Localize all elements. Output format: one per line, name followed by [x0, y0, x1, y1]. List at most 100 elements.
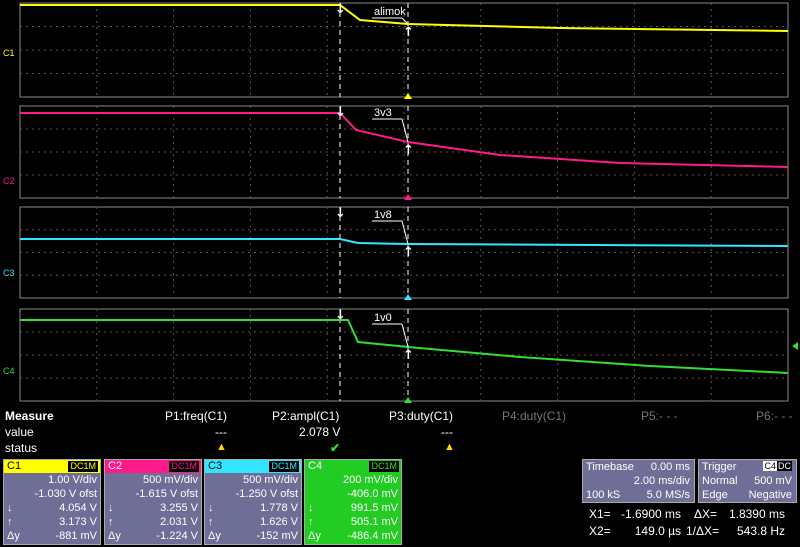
trigger-coupling: DC [777, 461, 792, 471]
cursor-dx-value: 1.8390 ms [728, 507, 785, 521]
channel-name: C1 [7, 460, 22, 472]
measure-table: Measure value status P1:freq(C1) --- ▲ P… [0, 405, 800, 457]
cursor1-value: 3.255 V [160, 502, 198, 514]
cursor-up-icon: ↑ [403, 143, 414, 158]
channel-c4-box[interactable]: C4 DC1M 200 mV/div -406.0 mV ↓ 991.5 mV ↑ 5… [304, 459, 402, 545]
timebase-box[interactable]: Timebase 0.00 ms 2.00 ms/div 100 kS 5.0 MS… [582, 459, 695, 503]
cursor-x1-value: -1.6900 ms [620, 507, 681, 521]
cursor-down-icon: ↓ [308, 502, 314, 514]
param-p2-name[interactable]: P2:ampl(C1) [272, 409, 339, 423]
channel-offset: -1.030 V ofst [34, 488, 97, 500]
channel-name: C2 [108, 460, 123, 472]
label-leader [401, 220, 409, 245]
trigger-level: 500 mV [754, 475, 792, 487]
timebase-samples: 100 kS [586, 489, 621, 501]
channel-c3-box[interactable]: C3 DC1M 500 mV/div -1.250 V ofst ↓ 1.778 V… [204, 459, 302, 545]
label-leader [401, 323, 409, 348]
cursor-inv-label: 1/ΔX= [686, 524, 720, 538]
channel-scale: 500 mV/div [142, 474, 198, 486]
cursor-down-icon: ↓ [335, 206, 346, 221]
timebase-rate: 5.0 MS/s [646, 489, 690, 501]
grid-c2: ↓ ↑ 3v3 C2 [3, 105, 789, 200]
trace-label: alimok [374, 6, 406, 18]
cursor-up-icon: ↑ [403, 25, 414, 40]
cursor-up-icon: ↑ [308, 516, 314, 528]
channel-offset: -406.0 mV [347, 488, 398, 500]
delta-value: -1.224 V [156, 530, 198, 542]
param-p4-name[interactable]: P4:duty(C1) [502, 409, 566, 423]
warning-icon: ▲ [216, 441, 227, 453]
trigger-position-icon [404, 397, 412, 403]
delta-label: Δy [7, 530, 20, 542]
cursor-down-icon: ↓ [335, 308, 346, 323]
param-p6-name[interactable]: P6:- - - [756, 409, 793, 423]
cursor2-value: 2.031 V [160, 516, 198, 528]
cursor-down-icon: ↓ [208, 502, 214, 514]
cursor1-value: 1.778 V [260, 502, 298, 514]
trigger-mode: Normal [702, 475, 738, 487]
cursor-down-icon: ↓ [108, 502, 114, 514]
channel-c2-box[interactable]: C2 DC1M 500 mV/div -1.615 V ofst ↓ 3.255 V… [104, 459, 202, 545]
delta-label: Δy [108, 530, 121, 542]
cursor1-value: 991.5 mV [350, 502, 398, 514]
trigger-slope: Negative [748, 489, 792, 501]
trace-label: 1v8 [374, 209, 392, 221]
check-icon: ✔ [330, 441, 341, 455]
measure-title: Measure [5, 409, 54, 423]
waveform-display[interactable]: ↓ ↑ alimok C1 ↓ ↑ 3v3 C2 ↓ ↑ 1v8 C3 ↓ ↑ 1v0 C4 [0, 0, 800, 405]
trace-label: 3v3 [374, 107, 392, 119]
trigger-box[interactable]: Trigger C4 DC Normal 500 mV Edge Negative [698, 459, 797, 503]
delta-value: -486.4 mV [347, 530, 398, 542]
channel-c1-box[interactable]: C1 DC1M 1.00 V/div -1.030 V ofst ↓ 4.054 V… [3, 459, 101, 545]
cursor-down-icon: ↓ [335, 2, 346, 17]
label-leader [401, 118, 409, 143]
trigger-position-icon [404, 294, 412, 300]
cursor-up-icon: ↑ [108, 516, 114, 528]
param-p1-value: --- [215, 425, 227, 439]
cursor2-value: 3.173 V [59, 516, 97, 528]
coupling-badge: DC1M [369, 461, 399, 472]
cursor-inv-value: 543.8 Hz [736, 524, 785, 538]
cursor-down-icon: ↓ [7, 502, 13, 514]
trigger-position-icon [404, 93, 412, 99]
channel-marker: C4 [3, 366, 15, 376]
grid-c3: ↓ ↑ 1v8 C3 [3, 206, 789, 300]
param-p1-name[interactable]: P1:freq(C1) [165, 409, 227, 423]
cursor1-value: 4.054 V [59, 502, 97, 514]
coupling-badge: DC1M [68, 461, 98, 472]
delta-label: Δy [308, 530, 321, 542]
cursor2-value: 1.626 V [260, 516, 298, 528]
param-p3-value: --- [441, 425, 453, 439]
channel-scale: 1.00 V/div [48, 474, 97, 486]
cursor2-value: 505.1 mV [350, 516, 398, 528]
grid-c1: ↓ ↑ alimok C1 [3, 2, 789, 99]
cursor-x2-label: X2= [589, 524, 611, 538]
trigger-type: Edge [702, 489, 728, 501]
channel-name: C3 [208, 460, 223, 472]
timebase-delay: 0.00 ms [650, 461, 690, 473]
warning-icon: ▲ [444, 441, 455, 453]
delta-label: Δy [208, 530, 221, 542]
channel-marker: C2 [3, 176, 15, 186]
channel-name: C4 [308, 460, 323, 472]
channel-offset: -1.615 V ofst [135, 488, 198, 500]
trigger-title: Trigger [702, 461, 737, 473]
channel-marker: C3 [3, 268, 15, 278]
cursor-x1-label: X1= [589, 507, 611, 521]
cursor-up-icon: ↑ [7, 516, 13, 528]
grid-c4: ↓ ↑ 1v0 C4 [3, 308, 789, 403]
coupling-badge: DC1M [169, 461, 199, 472]
cursor-down-icon: ↓ [335, 105, 346, 120]
trace-label: 1v0 [374, 312, 392, 324]
trigger-level-icon [792, 342, 798, 350]
trigger-position-icon [404, 194, 412, 200]
param-p5-name[interactable]: P5:- - - [641, 409, 678, 423]
param-p3-name[interactable]: P3:duty(C1) [389, 409, 453, 423]
cursor-x2-value: 149.0 µs [634, 524, 681, 538]
cursor-up-icon: ↑ [208, 516, 214, 528]
channel-scale: 500 mV/div [242, 474, 298, 486]
cursor-up-icon: ↑ [403, 348, 414, 363]
param-p2-value: 2.078 V [299, 425, 341, 439]
channel-offset: -1.250 V ofst [235, 488, 298, 500]
timebase-per-div: 2.00 ms/div [633, 475, 690, 487]
